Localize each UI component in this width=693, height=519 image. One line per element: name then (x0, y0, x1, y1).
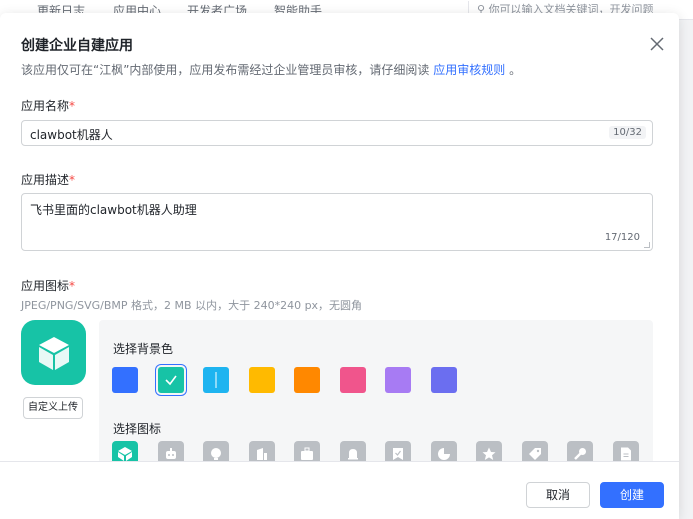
icon-label-text: 应用图标 (21, 279, 70, 293)
icon-hint: JPEG/PNG/SVG/BMP 格式，2 MB 以内，大于 240*240 p… (21, 299, 363, 312)
check-icon (165, 375, 177, 386)
color-swatch-pink[interactable] (340, 367, 366, 393)
required-mark: * (69, 279, 76, 293)
icon-label: 应用图标* (21, 277, 75, 294)
bookmark-check-icon (393, 448, 403, 460)
name-label-text: 应用名称 (21, 99, 70, 113)
color-swatch-teal[interactable] (158, 367, 184, 393)
cube-icon (118, 447, 132, 461)
star-icon (482, 447, 496, 460)
app-name-value: clawbot机器人 (30, 128, 113, 142)
pie-chart-icon (438, 448, 450, 460)
color-swatch-indigo[interactable] (431, 367, 457, 393)
required-mark: * (69, 173, 76, 187)
building-icon (257, 448, 267, 460)
bulb-icon (211, 448, 221, 460)
subtitle-text: 该应用仅可在“江枫”内部使用，应用发布需经过企业管理员审核，请仔细阅读 (21, 63, 430, 77)
app-icon-preview (21, 320, 86, 385)
name-label: 应用名称* (21, 97, 75, 114)
required-mark: * (69, 99, 76, 113)
review-rules-link[interactable]: 应用审核规则 (433, 63, 505, 77)
dialog-footer: 取消 创建 (0, 461, 679, 519)
app-name-input[interactable]: clawbot机器人 10/32 (21, 120, 653, 146)
document-icon (621, 447, 631, 461)
briefcase-icon (301, 447, 313, 460)
app-description-value: 飞书里面的clawbot机器人助理 (30, 203, 197, 217)
cube-icon (38, 336, 69, 370)
custom-upload-button[interactable]: 自定义上传 (23, 397, 83, 419)
robot-icon (166, 448, 176, 459)
bg-color-label: 选择背景色 (113, 342, 174, 356)
cursor-icon (215, 372, 217, 388)
color-swatch-yellow[interactable] (249, 367, 275, 393)
name-counter: 10/32 (609, 126, 646, 139)
description-counter: 17/120 (604, 232, 640, 243)
color-swatch-orange[interactable] (294, 367, 320, 393)
app-description-textarea[interactable]: 飞书里面的clawbot机器人助理 17/120 (21, 193, 653, 251)
close-button[interactable] (646, 33, 668, 55)
wrench-icon (574, 448, 586, 460)
icon-picker-panel: 选择背景色 选择图标 (99, 320, 653, 480)
cancel-button[interactable]: 取消 (526, 482, 590, 508)
dialog-title: 创建企业自建应用 (21, 38, 133, 54)
color-swatch-sky[interactable] (203, 367, 229, 393)
description-label-text: 应用描述 (21, 173, 70, 187)
subtitle-suffix: 。 (509, 63, 522, 77)
description-label: 应用描述* (21, 171, 75, 188)
tag-icon (529, 448, 541, 460)
close-icon (650, 37, 664, 51)
bell-icon (348, 449, 358, 460)
color-swatch-purple[interactable] (385, 367, 411, 393)
color-swatch-blue[interactable] (112, 367, 138, 393)
create-app-dialog: 创建企业自建应用 该应用仅可在“江枫”内部使用，应用发布需经过企业管理员审核，请… (0, 13, 679, 519)
create-button[interactable]: 创建 (600, 482, 664, 508)
resize-handle[interactable] (644, 242, 650, 248)
icon-select-label: 选择图标 (113, 422, 162, 436)
dialog-subtitle: 该应用仅可在“江枫”内部使用，应用发布需经过企业管理员审核，请仔细阅读 应用审核… (21, 61, 521, 78)
